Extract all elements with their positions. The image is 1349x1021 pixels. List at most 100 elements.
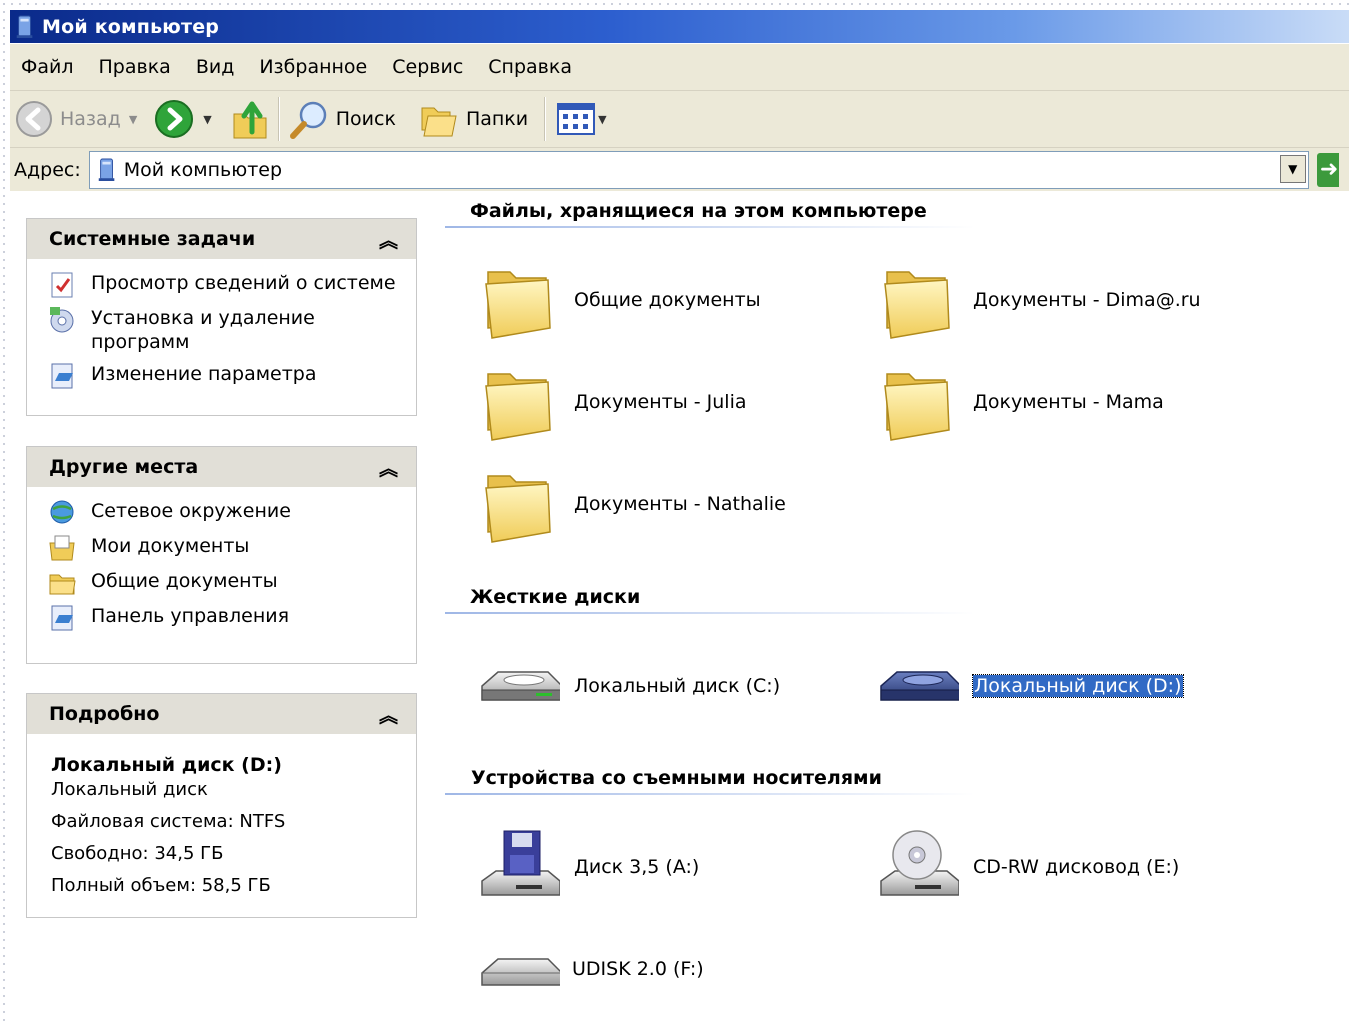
folders-icon [421,107,457,137]
views-dropdown-icon[interactable]: ▼ [598,113,606,126]
cd-drive-icon [875,825,959,909]
my-computer-icon [96,157,118,183]
place-label: Сетевое окружение [91,500,291,522]
group-divider [445,612,975,614]
details-free-space: Свободно: 34,5 ГБ [51,843,224,864]
go-button[interactable]: ➜ [1316,152,1339,187]
control-panel-icon [51,363,73,389]
menu-file[interactable]: Файл [10,56,88,78]
drive-a-floppy[interactable]: Диск 3,5 (A:) [476,825,699,909]
title-bar[interactable]: Мой компьютер [10,10,1349,43]
other-places-title: Другие места [49,456,199,478]
views-icon [557,103,596,135]
place-label: Панель управления [91,605,290,627]
place-network[interactable]: Сетевое окружение [47,499,416,526]
task-label: Просмотр сведений о системе [91,272,396,294]
views-button[interactable]: ▼ [554,91,607,147]
hard-disk-icon [476,644,560,728]
folder-documents-dima[interactable]: Документы - Dima@.ru [875,258,1201,342]
system-info-icon [51,272,73,298]
control-panel-icon [51,605,73,631]
folder-documents-mama[interactable]: Документы - Mama [875,360,1164,444]
drive-c[interactable]: Локальный диск (C:) [476,644,780,728]
task-change-setting[interactable]: Изменение параметра [47,362,416,389]
collapse-chevron-icon[interactable]: ︽ [379,701,398,728]
place-my-documents[interactable]: Мои документы [47,534,416,561]
menu-help[interactable]: Справка [477,56,586,78]
up-folder-button[interactable] [230,91,270,147]
menu-tools[interactable]: Сервис [381,56,477,78]
folder-icon [875,360,959,444]
drive-f-udisk[interactable]: UDISK 2.0 (F:) [476,927,704,1011]
toolbar-separator [277,97,280,141]
menu-edit[interactable]: Правка [88,56,185,78]
folder-icon [476,258,560,342]
place-label: Общие документы [91,570,278,592]
place-shared-documents[interactable]: Общие документы [47,569,416,596]
back-button[interactable]: Назад ▼ [14,91,137,147]
page-edge-left [0,0,8,1021]
system-tasks-pane: Системные задачи ︽ Просмотр сведений о с… [26,218,417,416]
place-control-panel[interactable]: Панель управления [47,604,416,631]
folders-button[interactable]: Папки [418,91,528,147]
details-header[interactable]: Подробно ︽ [27,694,416,734]
group-title-files: Файлы, хранящиеся на этом компьютере [470,200,927,222]
folder-icon [875,258,959,342]
other-places-pane: Другие места ︽ Сетевое окружение Мои док… [26,446,417,664]
address-label: Адрес: [14,158,81,181]
place-label: Мои документы [91,535,250,557]
drive-e-cdrw[interactable]: CD-RW дисковод (E:) [875,825,1179,909]
item-label: Документы - Dima@.ru [973,289,1201,311]
forward-button[interactable]: ▼ [153,91,212,147]
back-label: Назад [60,108,121,130]
item-label: Документы - Julia [574,391,747,413]
forward-arrow-icon [155,100,194,138]
menu-view[interactable]: Вид [185,56,249,78]
item-label: UDISK 2.0 (F:) [572,958,704,980]
toolbar-separator [544,97,547,141]
folder-shared-documents[interactable]: Общие документы [476,258,761,342]
system-tasks-title: Системные задачи [49,228,256,250]
usb-drive-icon [476,927,560,1011]
task-label: Установка и удаление программ [91,307,315,353]
item-label-selected: Локальный диск (D:) [972,674,1184,698]
item-label: Документы - Nathalie [574,493,786,515]
item-label: Документы - Mama [973,391,1164,413]
folder-icon [49,574,76,595]
task-view-system-info[interactable]: Просмотр сведений о системе [47,271,416,298]
system-tasks-header[interactable]: Системные задачи ︽ [27,219,416,259]
task-label: Изменение параметра [91,363,317,385]
folder-icon [476,360,560,444]
task-add-remove-programs[interactable]: Установка и удаление программ [47,306,416,354]
address-input[interactable]: Мой компьютер ▼ [88,150,1309,189]
item-label: CD-RW дисковод (E:) [973,856,1180,878]
group-title-removable: Устройства со съемными носителями [471,767,882,789]
menu-favorites[interactable]: Избранное [248,56,381,78]
collapse-chevron-icon[interactable]: ︽ [379,454,398,481]
item-label: Диск 3,5 (A:) [574,856,700,878]
folder-documents-julia[interactable]: Документы - Julia [476,360,746,444]
forward-dropdown-icon[interactable]: ▼ [203,113,211,126]
hard-disk-icon [875,644,959,728]
collapse-chevron-icon[interactable]: ︽ [379,226,398,253]
drive-d[interactable]: Локальный диск (D:) [875,644,1184,728]
address-dropdown-button[interactable]: ▼ [1279,154,1306,183]
floppy-drive-icon [476,825,560,909]
item-label: Локальный диск (C:) [574,675,781,697]
other-places-header[interactable]: Другие места ︽ [27,447,416,487]
toolbar: Назад ▼ ▼ Поиск Папки ▼ [10,91,1349,148]
up-folder-icon [233,101,267,139]
window-title: Мой компьютер [42,15,220,38]
folder-documents-nathalie[interactable]: Документы - Nathalie [476,462,786,546]
details-pane: Подробно ︽ Локальный диск (D:) Локальный… [26,693,417,918]
menu-bar: Файл Правка Вид Избранное Сервис Справка [10,44,1349,91]
address-value: Мой компьютер [123,158,283,181]
search-button[interactable]: Поиск [288,91,396,147]
details-total-size: Полный объем: 58,5 ГБ [51,875,271,896]
group-divider [445,793,975,795]
group-title-hard-drives: Жесткие диски [470,586,641,608]
my-documents-icon [49,535,75,561]
back-dropdown-icon[interactable]: ▼ [129,113,137,126]
details-title: Подробно [49,703,160,725]
folder-icon [476,462,560,546]
